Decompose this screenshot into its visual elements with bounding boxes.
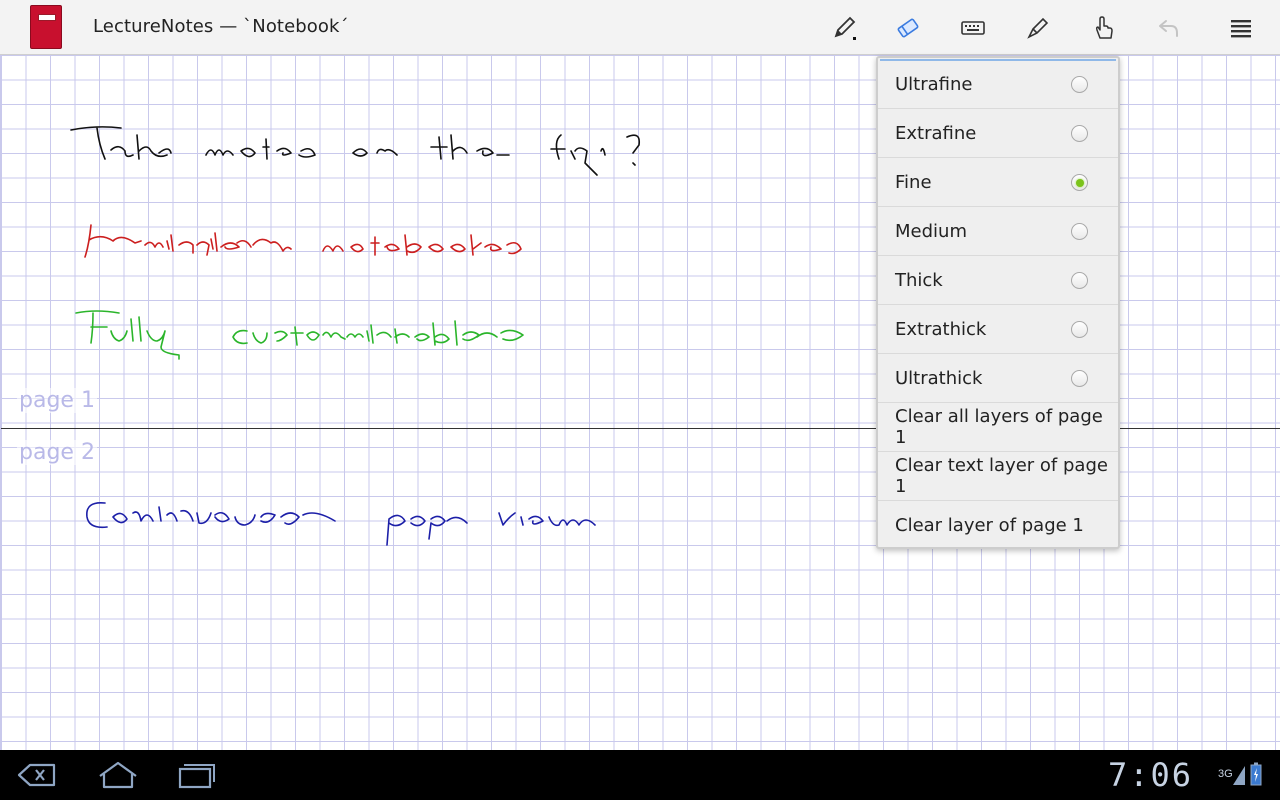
menu-item-label: Ultrafine bbox=[895, 73, 973, 95]
recent-apps-icon[interactable] bbox=[176, 760, 218, 790]
battery-icon bbox=[1250, 762, 1262, 786]
radio-button[interactable] bbox=[1071, 76, 1088, 93]
keyboard-icon[interactable] bbox=[957, 12, 989, 44]
menu-item-label: Medium bbox=[895, 220, 967, 242]
menu-item-label: Thick bbox=[895, 269, 943, 291]
menu-item-label: Clear text layer of page 1 bbox=[895, 455, 1108, 497]
menu-item-label: Extrathick bbox=[895, 318, 987, 340]
radio-button[interactable] bbox=[1071, 223, 1088, 240]
radio-button-selected[interactable] bbox=[1071, 174, 1088, 191]
notebook-app-icon[interactable] bbox=[30, 5, 62, 49]
app-title: LectureNotes — `Notebook´ bbox=[93, 16, 349, 37]
page-label-1: page 1 bbox=[17, 388, 97, 413]
handwriting-line-2 bbox=[84, 224, 522, 258]
menu-item-label: Fine bbox=[895, 171, 932, 193]
back-icon[interactable] bbox=[16, 760, 58, 790]
menu-item-label: Extrafine bbox=[895, 122, 977, 144]
handwriting-line-4 bbox=[86, 501, 596, 546]
menu-item-label: Clear all layers of page 1 bbox=[895, 406, 1103, 448]
signal-icon bbox=[1233, 766, 1245, 785]
menu-item-fine[interactable]: Fine bbox=[878, 158, 1118, 207]
network-type: 3G bbox=[1218, 768, 1233, 780]
radio-button[interactable] bbox=[1071, 370, 1088, 387]
radio-button[interactable] bbox=[1071, 321, 1088, 338]
eraser-icon[interactable] bbox=[892, 12, 924, 44]
menu-item-thick[interactable]: Thick bbox=[878, 256, 1118, 305]
menu-item-ultrathick[interactable]: Ultrathick bbox=[878, 354, 1118, 403]
menu-item-extrathick[interactable]: Extrathick bbox=[878, 305, 1118, 354]
menu-item-extrafine[interactable]: Extrafine bbox=[878, 109, 1118, 158]
pen-width-popup-menu: Ultrafine Extrafine Fine Medium Thick Ex… bbox=[876, 56, 1120, 549]
menu-item-medium[interactable]: Medium bbox=[878, 207, 1118, 256]
handwriting-line-1 bbox=[70, 126, 641, 176]
pen-icon[interactable] bbox=[828, 12, 860, 44]
home-icon[interactable] bbox=[96, 760, 140, 790]
radio-button[interactable] bbox=[1071, 125, 1088, 142]
page-label-2: page 2 bbox=[17, 440, 97, 465]
menu-item-clear-layer[interactable]: Clear layer of page 1 bbox=[878, 501, 1118, 550]
overflow-menu-icon[interactable] bbox=[1225, 12, 1257, 44]
clock: 7:06 bbox=[1108, 756, 1194, 794]
menu-item-label: Clear layer of page 1 bbox=[895, 515, 1084, 536]
radio-button[interactable] bbox=[1071, 272, 1088, 289]
highlighter-icon[interactable] bbox=[1022, 12, 1054, 44]
handwriting-line-3 bbox=[75, 310, 524, 360]
system-bar: 7:06 3G bbox=[0, 750, 1280, 800]
undo-icon[interactable] bbox=[1152, 12, 1184, 44]
menu-item-label: Ultrathick bbox=[895, 367, 983, 389]
menu-item-clear-all-layers[interactable]: Clear all layers of page 1 bbox=[878, 403, 1118, 452]
action-bar: LectureNotes — `Notebook´ bbox=[0, 0, 1280, 55]
menu-item-clear-text-layer[interactable]: Clear text layer of page 1 bbox=[878, 452, 1118, 501]
menu-item-ultrafine[interactable]: Ultrafine bbox=[878, 60, 1118, 109]
hand-icon[interactable] bbox=[1087, 12, 1119, 44]
